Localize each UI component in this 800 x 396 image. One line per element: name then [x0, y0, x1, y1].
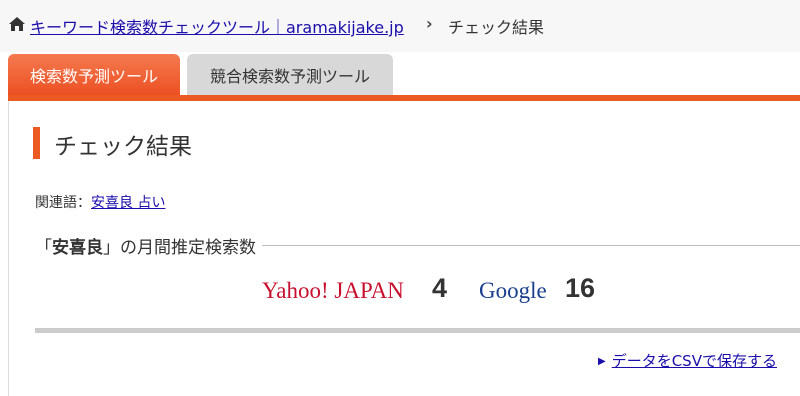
page-title: チェック結果	[54, 134, 192, 160]
breadcrumb: キーワード検索数チェックツール｜aramakijake.jp › チェック結果	[0, 0, 800, 52]
related-terms-label: 関連語：	[35, 195, 91, 211]
breadcrumb-site-link[interactable]: キーワード検索数チェックツール｜aramakijake.jp	[30, 14, 404, 38]
tab-search-volume-prediction[interactable]: 検索数予測ツール	[8, 54, 180, 96]
google-count: 16	[565, 273, 596, 303]
section-divider	[35, 328, 800, 333]
csv-download-label[interactable]: データをCSVで保存する	[612, 352, 777, 370]
subheading-keyword: 安喜良	[52, 238, 103, 258]
yahoo-japan-count: 4	[432, 273, 448, 303]
google-label: Google	[479, 278, 547, 303]
csv-download-link[interactable]: ▶ データをCSVで保存する	[598, 350, 777, 371]
monthly-volume-heading: 「安喜良」の月間推定検索数	[35, 233, 262, 258]
subheading-open-bracket: 「	[35, 238, 52, 258]
yahoo-japan-label: Yahoo! JAPAN	[262, 278, 404, 303]
heading-accent-bar	[33, 127, 40, 159]
related-terms: 関連語：安喜良 占い	[35, 192, 165, 212]
page: キーワード検索数チェックツール｜aramakijake.jp › チェック結果 …	[0, 0, 800, 396]
home-icon[interactable]	[8, 16, 26, 32]
related-term-link[interactable]: 安喜良 占い	[91, 195, 165, 211]
tab-competitor-search-volume-prediction[interactable]: 競合検索数予測ツール	[187, 54, 393, 96]
breadcrumb-separator: ›	[426, 14, 433, 33]
subheading-suffix: 」の月間推定検索数	[103, 238, 256, 258]
breadcrumb-current: チェック結果	[448, 18, 545, 37]
triangle-right-icon: ▶	[598, 356, 606, 367]
